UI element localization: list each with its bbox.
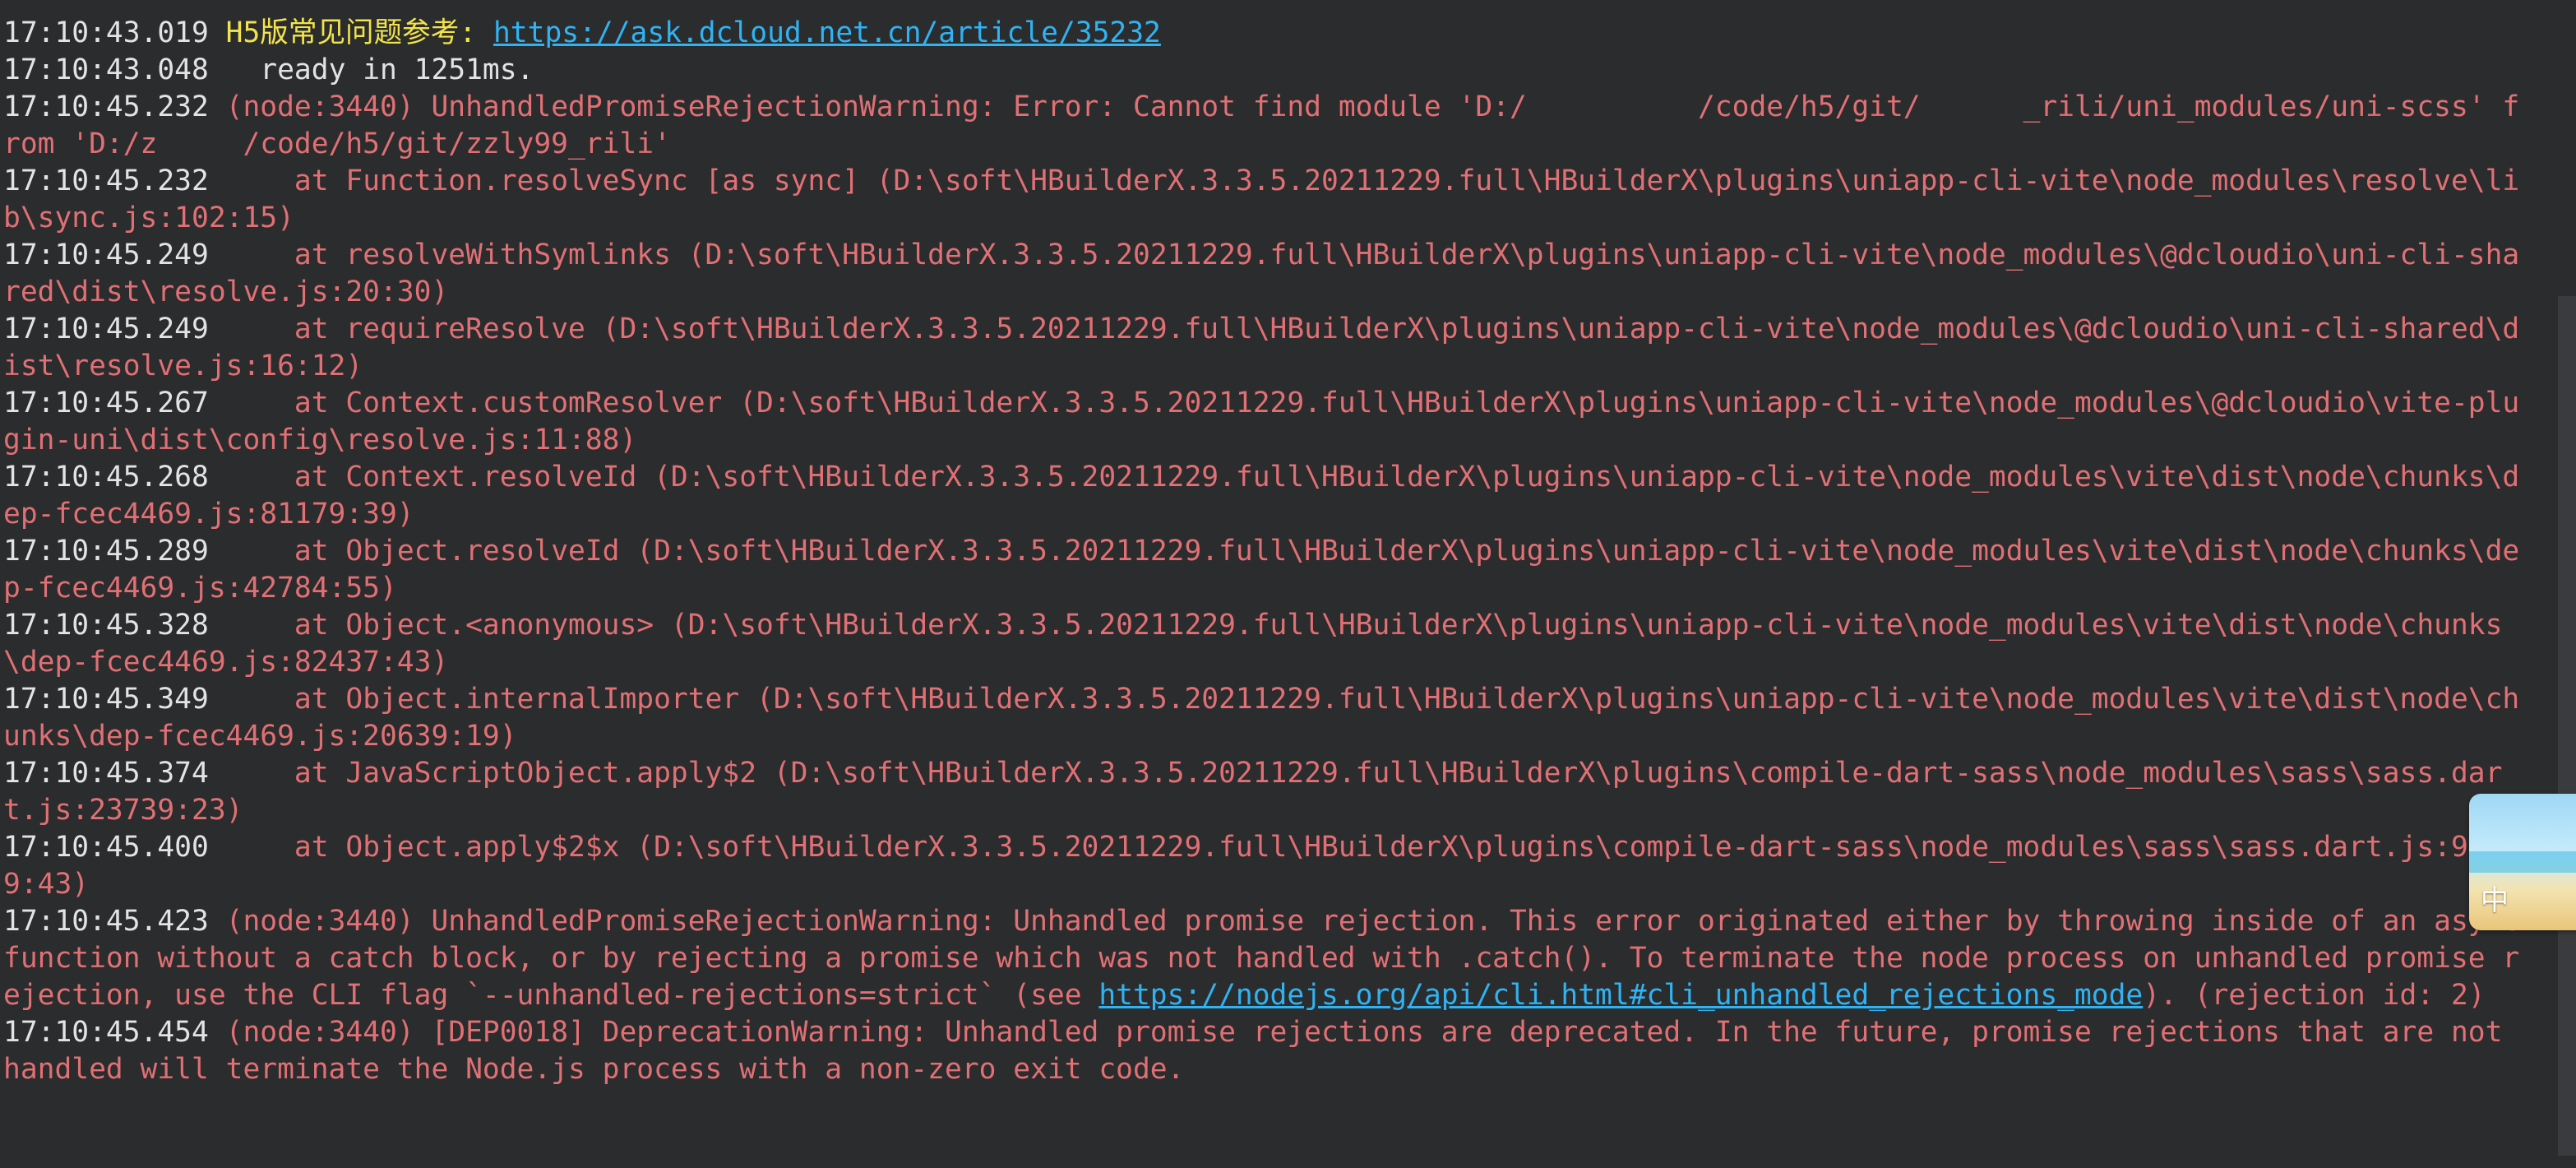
log-message: at Function.resolveSync [as sync] (D:\so… <box>3 165 2520 234</box>
log-timestamp: 17:10:45.423 <box>3 905 209 938</box>
log-timestamp: 17:10:45.454 <box>3 1016 209 1049</box>
log-timestamp: 17:10:45.249 <box>3 239 209 271</box>
log-message: (node:3440) UnhandledPromiseRejectionWar… <box>3 90 2520 160</box>
log-timestamp: 17:10:45.268 <box>3 461 209 494</box>
log-message: (node:3440) [DEP0018] DeprecationWarning… <box>3 1016 2520 1086</box>
log-timestamp: 17:10:45.232 <box>3 165 209 197</box>
console-output[interactable]: 17:10:43.019 H5版常见问题参考: https://ask.dclo… <box>0 0 2576 1168</box>
log-link[interactable]: https://ask.dcloud.net.cn/article/35232 <box>493 16 1161 49</box>
badge-sea-decoration <box>2469 851 2576 873</box>
log-message: ready in 1251ms. <box>225 53 534 86</box>
ime-chinese-icon: 中 <box>2481 884 2509 917</box>
log-timestamp: 17:10:45.400 <box>3 831 209 864</box>
console-line: 17:10:45.232 (node:3440) UnhandledPromis… <box>3 89 2523 163</box>
vertical-scrollbar[interactable] <box>2558 0 2576 1168</box>
console-line: 17:10:45.249 at resolveWithSymlinks (D:\… <box>3 237 2523 311</box>
log-timestamp: 17:10:45.289 <box>3 535 209 568</box>
log-timestamp: 17:10:45.232 <box>3 90 209 123</box>
log-timestamp: 17:10:45.349 <box>3 683 209 716</box>
log-timestamp: 17:10:43.048 <box>3 53 209 86</box>
console-line: 17:10:45.232 at Function.resolveSync [as… <box>3 163 2523 237</box>
console-line: 17:10:45.374 at JavaScriptObject.apply$2… <box>3 755 2523 829</box>
log-message: at JavaScriptObject.apply$2 (D:\soft\HBu… <box>3 757 2503 827</box>
scrollbar-thumb[interactable] <box>2558 296 2576 1156</box>
console-line: 17:10:45.267 at Context.customResolver (… <box>3 385 2523 459</box>
log-message: at resolveWithSymlinks (D:\soft\HBuilder… <box>3 239 2520 308</box>
console-line: 17:10:43.048 ready in 1251ms. <box>3 52 2523 89</box>
log-message: at Object.internalImporter (D:\soft\HBui… <box>3 683 2520 753</box>
console-line: 17:10:45.349 at Object.internalImporter … <box>3 681 2523 755</box>
console-line: 17:10:45.400 at Object.apply$2$x (D:\sof… <box>3 829 2523 903</box>
log-message: at Context.customResolver (D:\soft\HBuil… <box>3 387 2520 457</box>
console-line: 17:10:45.454 (node:3440) [DEP0018] Depre… <box>3 1014 2523 1088</box>
log-message-tail: ). (rejection id: 2) <box>2143 979 2486 1012</box>
log-timestamp: 17:10:45.374 <box>3 757 209 790</box>
log-timestamp: 17:10:45.249 <box>3 313 209 345</box>
console-line: 17:10:45.268 at Context.resolveId (D:\so… <box>3 459 2523 533</box>
log-timestamp: 17:10:45.328 <box>3 609 209 642</box>
console-line: 17:10:45.423 (node:3440) UnhandledPromis… <box>3 903 2523 1014</box>
log-link[interactable]: https://nodejs.org/api/cli.html#cli_unha… <box>1098 979 2143 1012</box>
log-message: at Object.<anonymous> (D:\soft\HBuilderX… <box>3 609 2503 679</box>
console-line: 17:10:45.289 at Object.resolveId (D:\sof… <box>3 533 2523 607</box>
log-message: at Context.resolveId (D:\soft\HBuilderX.… <box>3 461 2520 531</box>
log-message: at Object.apply$2$x (D:\soft\HBuilderX.3… <box>3 831 2503 901</box>
log-timestamp: 17:10:43.019 <box>3 16 209 49</box>
log-message: at requireResolve (D:\soft\HBuilderX.3.3… <box>3 313 2520 382</box>
log-message: H5版常见问题参考: <box>225 16 493 49</box>
console-line: 17:10:43.019 H5版常见问题参考: https://ask.dclo… <box>3 15 2523 52</box>
console-line: 17:10:45.249 at requireResolve (D:\soft\… <box>3 311 2523 385</box>
log-message: at Object.resolveId (D:\soft\HBuilderX.3… <box>3 535 2520 605</box>
log-timestamp: 17:10:45.267 <box>3 387 209 419</box>
ime-floating-badge[interactable]: 中 <box>2469 794 2576 930</box>
console-line: 17:10:45.328 at Object.<anonymous> (D:\s… <box>3 607 2523 681</box>
